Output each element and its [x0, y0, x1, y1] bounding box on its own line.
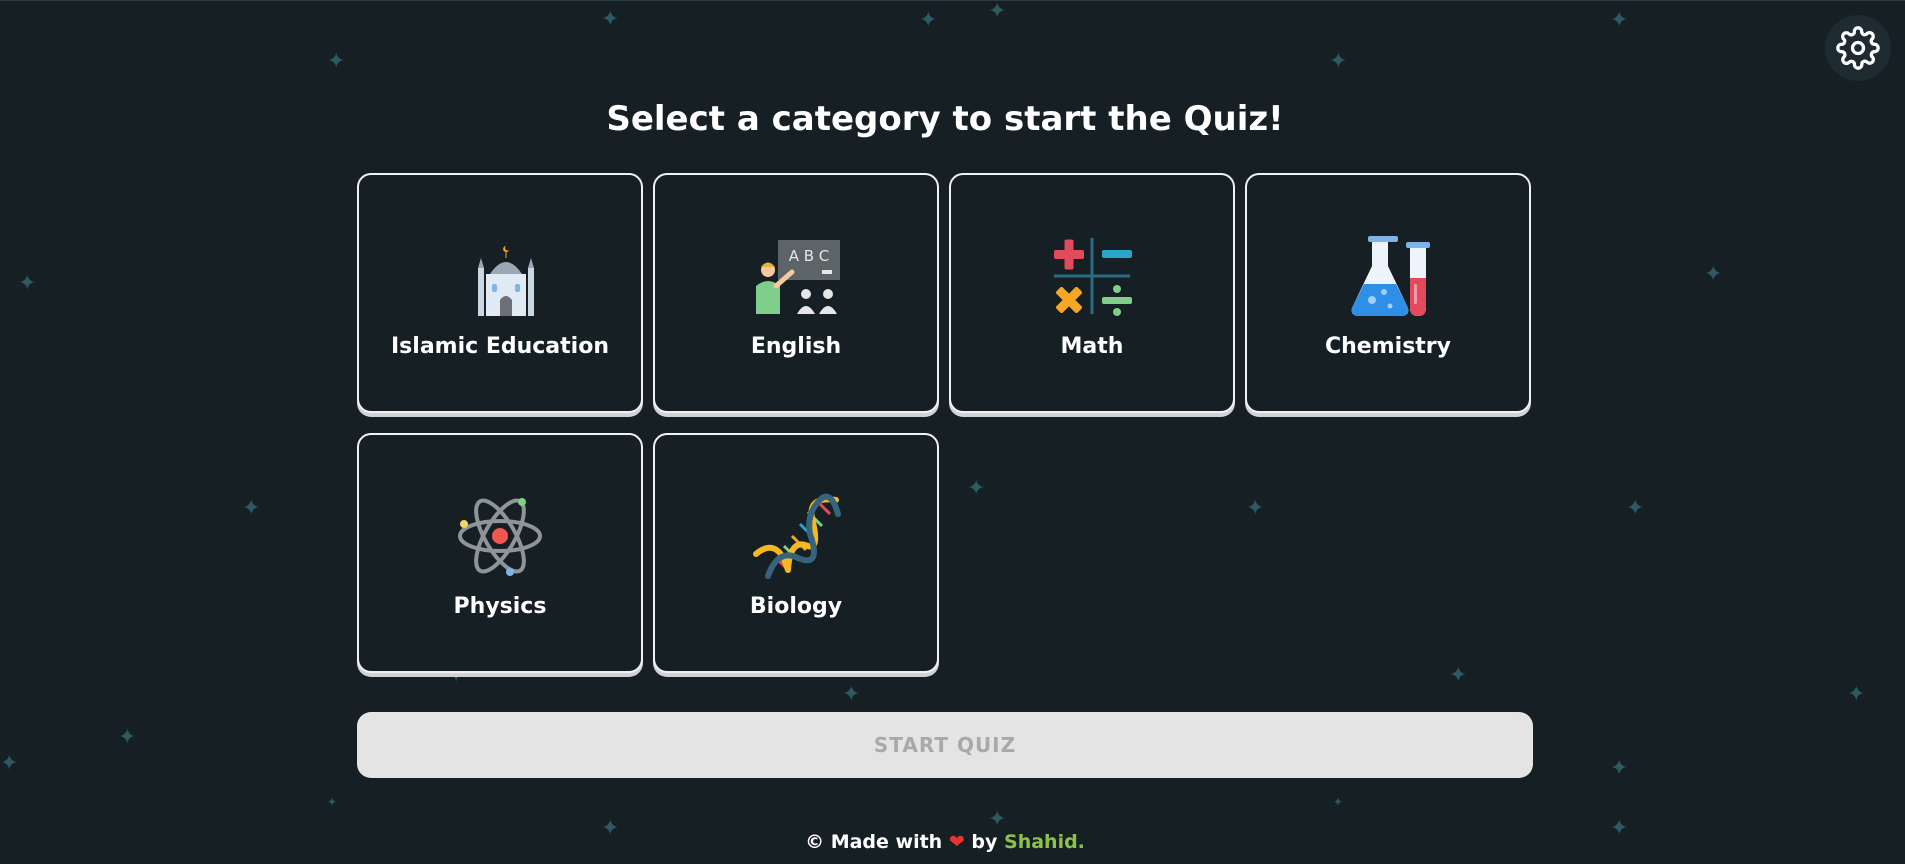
star-icon: ✦ — [1704, 262, 1723, 287]
atom-icon — [458, 497, 542, 576]
heart-icon: ❤ — [948, 831, 965, 853]
star-icon: ✦ — [242, 496, 261, 521]
quiz-page: ✦ ✦ ✦ ✦ ✦ ✦ ✦ ✦ ✦ ✦ ✦ ✦ ✦ ✦ ✦ ✦ ✦ ✦ ✦ ✦ … — [0, 0, 1905, 864]
star-icon: ✦ — [601, 7, 620, 32]
copyright-symbol: © — [805, 831, 825, 853]
category-label: Physics — [453, 593, 547, 619]
page-title: Select a category to start the Quiz! — [606, 99, 1284, 139]
category-label: Biology — [749, 593, 843, 619]
category-card-math[interactable]: Math — [949, 173, 1235, 413]
category-card-islamic-education[interactable]: Islamic Education — [357, 173, 643, 413]
footer-by: by — [971, 831, 998, 853]
star-icon: ✦ — [0, 751, 19, 776]
dna-icon — [753, 493, 841, 579]
category-card-biology[interactable]: Biology — [653, 433, 939, 673]
star-icon: ✦ — [327, 49, 346, 74]
category-label: Islamic Education — [391, 333, 609, 359]
category-card-english[interactable]: A B C English — [653, 173, 939, 413]
star-icon: ✦ — [1610, 8, 1629, 33]
mosque-icon — [478, 235, 542, 316]
math-operators-icon — [1054, 237, 1132, 316]
star-icon: ✦ — [327, 795, 338, 809]
teacher-blackboard-icon: A B C — [756, 239, 840, 314]
svg-text:A B C: A B C — [789, 247, 830, 265]
flask-test-tube-icon — [1351, 235, 1430, 316]
star-icon: ✦ — [1610, 756, 1629, 781]
star-icon: ✦ — [1626, 496, 1645, 521]
start-quiz-button[interactable]: START QUIZ — [357, 712, 1533, 778]
category-card-chemistry[interactable]: Chemistry — [1245, 173, 1531, 413]
star-icon: ✦ — [988, 0, 1007, 24]
footer: © Made with ❤ by Shahid. — [0, 831, 1890, 853]
star-icon: ✦ — [118, 725, 137, 750]
category-grid: Islamic Education A B C English Math Che… — [357, 173, 1533, 673]
gear-icon — [1836, 26, 1880, 70]
star-icon: ✦ — [1847, 682, 1866, 707]
footer-made-with: Made with — [830, 831, 943, 853]
category-label: Math — [1060, 333, 1124, 359]
star-icon: ✦ — [988, 807, 1007, 832]
category-card-physics[interactable]: Physics — [357, 433, 643, 673]
category-label: English — [750, 333, 842, 359]
category-label: Chemistry — [1325, 333, 1451, 359]
star-icon: ✦ — [919, 8, 938, 33]
star-icon: ✦ — [18, 271, 37, 296]
star-icon: ✦ — [1329, 49, 1348, 74]
star-icon: ✦ — [1333, 795, 1344, 809]
settings-button[interactable] — [1825, 15, 1891, 81]
footer-author-link[interactable]: Shahid. — [1004, 831, 1085, 853]
star-icon: ✦ — [842, 682, 861, 707]
